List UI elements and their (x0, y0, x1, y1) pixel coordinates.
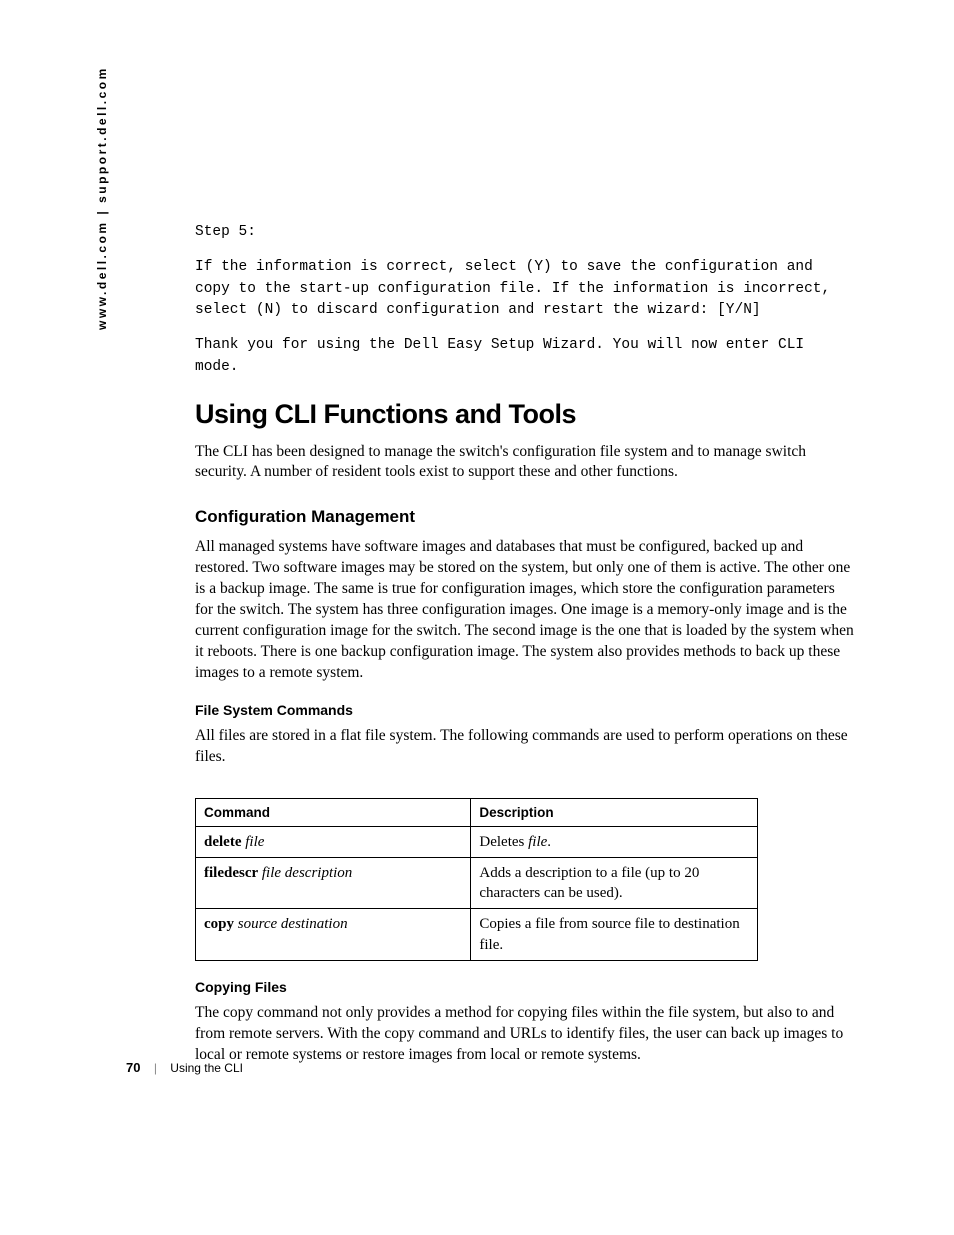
page-content: Step 5: If the information is correct, s… (195, 222, 855, 1080)
cmd-cell: delete file (196, 826, 471, 857)
cmd-bold: delete (204, 834, 241, 850)
table-row: copy source destination Copies a file fr… (196, 909, 758, 961)
config-text: All managed systems have software images… (195, 537, 855, 683)
commands-table: Command Description delete file Deletes … (195, 798, 758, 961)
cmd-italic: file description (262, 865, 352, 881)
side-url: www.dell.com | support.dell.com (95, 66, 109, 330)
table-row: delete file Deletes file. (196, 826, 758, 857)
cmd-bold: copy (204, 916, 234, 932)
desc-post: . (547, 834, 551, 850)
footer-section: Using the CLI (170, 1061, 243, 1075)
desc-cell: Adds a description to a file (up to 20 c… (471, 857, 758, 909)
page-number: 70 (126, 1060, 140, 1075)
cmd-italic: file (245, 834, 264, 850)
fs-text: All files are stored in a flat file syst… (195, 726, 855, 768)
table-header-command: Command (196, 798, 471, 826)
footer-separator: | (154, 1061, 157, 1075)
fs-heading: File System Commands (195, 702, 855, 718)
config-heading: Configuration Management (195, 507, 855, 527)
main-intro: The CLI has been designed to manage the … (195, 442, 855, 484)
cmd-italic: source destination (238, 916, 348, 932)
desc-cell: Copies a file from source file to destin… (471, 909, 758, 961)
main-heading: Using CLI Functions and Tools (195, 399, 855, 430)
thank-you-text: Thank you for using the Dell Easy Setup … (195, 335, 855, 379)
cmd-cell: filedescr file description (196, 857, 471, 909)
desc-pre: Deletes (479, 834, 528, 850)
page-footer: 70 | Using the CLI (126, 1060, 243, 1075)
copy-heading: Copying Files (195, 979, 855, 995)
desc-cell: Deletes file. (471, 826, 758, 857)
step-text: If the information is correct, select (Y… (195, 257, 855, 322)
desc-pre: Adds a description to a file (up to 20 c… (479, 865, 699, 901)
desc-italic: file (528, 834, 547, 850)
step-label: Step 5: (195, 222, 855, 244)
table-row: filedescr file description Adds a descri… (196, 857, 758, 909)
copy-text: The copy command not only provides a met… (195, 1003, 855, 1066)
table-header-description: Description (471, 798, 758, 826)
cmd-bold: filedescr (204, 865, 258, 881)
desc-pre: Copies a file from source file to destin… (479, 916, 739, 952)
table-header-row: Command Description (196, 798, 758, 826)
cmd-cell: copy source destination (196, 909, 471, 961)
